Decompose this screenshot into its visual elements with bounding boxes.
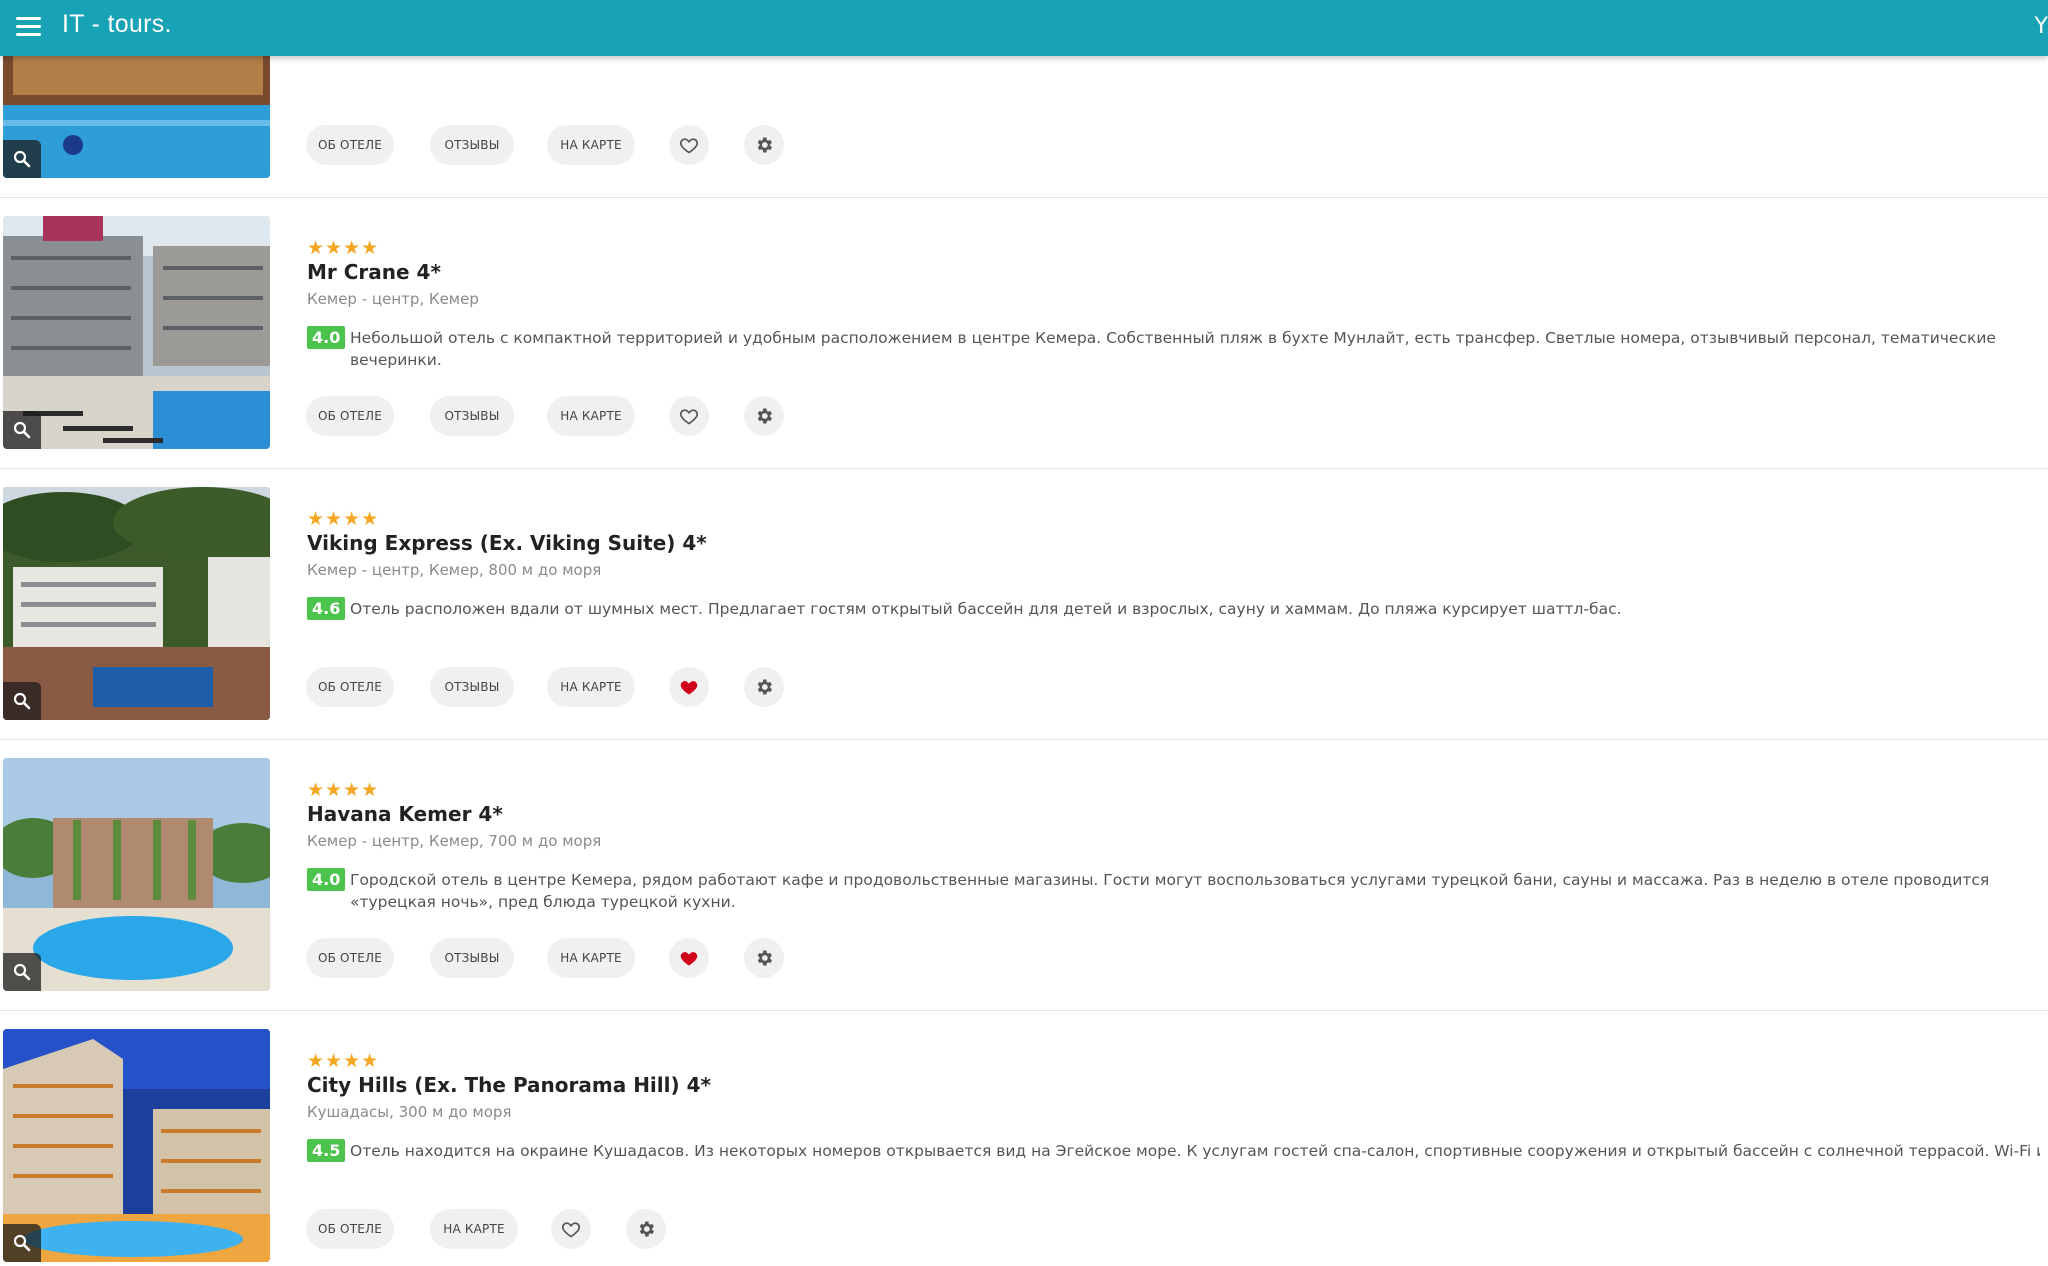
favorite-button[interactable] [551,1209,591,1249]
map-button[interactable]: НА КАРТЕ [547,396,635,436]
hotel-description: Отель расположен вдали от шумных мест. П… [350,600,1622,618]
hotel-location: Кемер - центр, Кемер [307,290,479,308]
hotel-photo[interactable] [3,758,270,991]
hotel-photo[interactable] [3,216,270,449]
search-icon [13,692,31,710]
reviews-button[interactable]: ОТЗЫВЫ [430,125,514,165]
app-title: IT - tours. [62,10,172,38]
reviews-button[interactable]: ОТЗЫВЫ [430,938,514,978]
favorite-button[interactable] [669,396,709,436]
gear-icon [757,950,772,966]
hotel-card: ★★★★ Mr Crane 4* Кемер - центр, Кемер 4.… [0,198,2048,469]
hotel-stars: ★★★★ [307,779,380,801]
settings-button[interactable] [626,1209,666,1249]
hotel-location: Кемер - центр, Кемер, 800 м до моря [307,561,602,579]
hotel-name[interactable]: Mr Crane 4* [307,260,441,284]
zoom-button[interactable] [3,953,41,991]
about-hotel-button[interactable]: ОБ ОТЕЛЕ [306,1209,394,1249]
search-icon [13,963,31,981]
hotel-location: Кушадасы, 300 м до моря [307,1103,512,1121]
rating-badge[interactable]: 4.0 [307,326,346,349]
rating-badge[interactable]: 4.5 [307,1139,346,1162]
gear-icon [639,1221,654,1237]
about-hotel-button[interactable]: ОБ ОТЕЛЕ [306,667,394,707]
hotel-description: Отель находится на окраине Кушадасов. Из… [350,1142,2040,1160]
search-icon [13,150,31,168]
zoom-button[interactable] [3,411,41,449]
heart-outline-icon [679,409,699,425]
search-icon [13,1234,31,1252]
rating-badge[interactable]: 4.6 [307,597,346,620]
search-icon [13,421,31,439]
map-button[interactable]: НА КАРТЕ [547,125,635,165]
hotel-card: ★★★★ Viking Express (Ex. Viking Suite) 4… [0,469,2048,740]
hotel-list: ОБ ОТЕЛЕ ОТЗЫВЫ НА КАРТЕ ★★★★ Mr Crane 4… [0,0,2048,1266]
hotel-photo[interactable] [3,1029,270,1262]
heart-filled-icon [680,681,698,695]
hotel-photo[interactable] [3,487,270,720]
settings-button[interactable] [744,125,784,165]
map-button[interactable]: НА КАРТЕ [547,667,635,707]
settings-button[interactable] [744,938,784,978]
favorite-button[interactable] [669,125,709,165]
settings-button[interactable] [744,396,784,436]
hotel-stars: ★★★★ [307,508,380,530]
hotel-name[interactable]: Viking Express (Ex. Viking Suite) 4* [307,531,707,555]
heart-outline-icon [679,138,699,154]
menu-icon[interactable] [16,17,41,37]
hotel-description: Городской отель в центре Кемера, рядом р… [350,871,1990,911]
reviews-button[interactable]: ОТЗЫВЫ [430,396,514,436]
map-button[interactable]: НА КАРТЕ [430,1209,518,1249]
hotel-location: Кемер - центр, Кемер, 700 м до моря [307,832,602,850]
hotel-card: ★★★★ City Hills (Ex. The Panorama Hill) … [0,1011,2048,1266]
about-hotel-button[interactable]: ОБ ОТЕЛЕ [306,396,394,436]
reviews-button[interactable]: ОТЗЫВЫ [430,667,514,707]
gear-icon [757,137,772,153]
about-hotel-button[interactable]: ОБ ОТЕЛЕ [306,125,394,165]
favorite-button[interactable] [669,938,709,978]
hotel-card: ★★★★ Havana Kemer 4* Кемер - центр, Кеме… [0,740,2048,1011]
heart-outline-icon [561,1222,581,1238]
hotel-stars: ★★★★ [307,1050,380,1072]
about-hotel-button[interactable]: ОБ ОТЕЛЕ [306,938,394,978]
rating-badge[interactable]: 4.0 [307,868,346,891]
hotel-name[interactable]: City Hills (Ex. The Panorama Hill) 4* [307,1073,711,1097]
zoom-button[interactable] [3,1224,41,1262]
hotel-stars: ★★★★ [307,237,380,259]
heart-filled-icon [680,952,698,966]
hotel-description: Небольшой отель с компактной территорией… [350,329,1996,369]
zoom-button[interactable] [3,140,41,178]
gear-icon [757,408,772,424]
zoom-button[interactable] [3,682,41,720]
header-edge-text: Y [2034,14,2048,39]
favorite-button[interactable] [669,667,709,707]
map-button[interactable]: НА КАРТЕ [547,938,635,978]
gear-icon [757,679,772,695]
hotel-name[interactable]: Havana Kemer 4* [307,802,503,826]
settings-button[interactable] [744,667,784,707]
app-header: IT - tours. Y [0,0,2048,56]
